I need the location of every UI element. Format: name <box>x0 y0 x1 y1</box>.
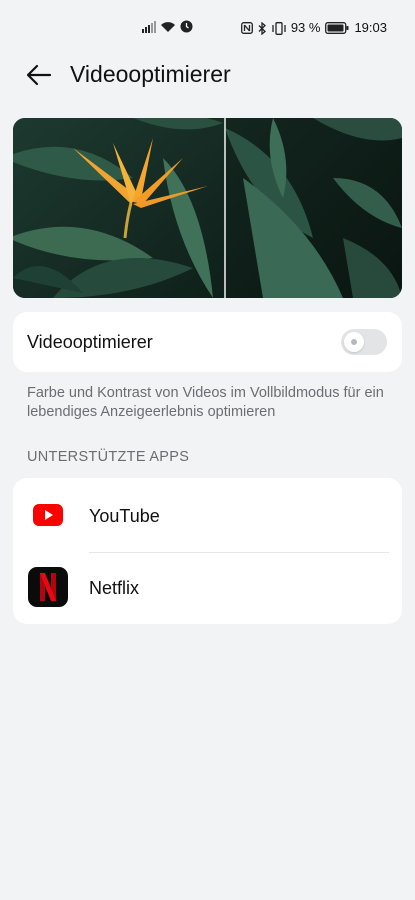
page-title: Videooptimierer <box>70 61 231 87</box>
video-optimizer-label: Videooptimierer <box>27 332 153 352</box>
status-time: 19:03 <box>354 20 387 35</box>
netflix-icon <box>28 567 68 607</box>
app-header: Videooptimierer <box>0 56 415 92</box>
vibrate-icon <box>272 21 286 35</box>
battery-percentage: 93 % <box>290 20 321 35</box>
back-arrow-icon <box>26 64 52 86</box>
list-item-netflix: Netflix <box>13 552 402 622</box>
status-bar-right: 93 % 19:03 <box>240 20 387 36</box>
signal-icon <box>142 20 156 33</box>
setting-description: Farbe und Kontrast von Videos im Vollbil… <box>27 385 384 420</box>
video-optimizer-switch[interactable] <box>341 329 387 355</box>
list-item-youtube: YouTube <box>13 480 402 553</box>
app-label-youtube: YouTube <box>89 506 160 526</box>
battery-icon <box>325 22 349 34</box>
back-button[interactable] <box>24 60 54 90</box>
wifi-icon <box>160 21 176 33</box>
nfc-icon <box>240 22 253 34</box>
status-bar-left <box>142 20 193 33</box>
supported-apps-header: UNTERSTÜTZTE APPS <box>27 449 190 465</box>
video-preview-image <box>13 118 402 298</box>
switch-knob <box>344 332 364 352</box>
app-label-netflix: Netflix <box>89 578 140 598</box>
alarm-icon <box>180 20 193 33</box>
bluetooth-icon <box>258 21 267 35</box>
video-optimizer-setting[interactable]: Videooptimierer <box>13 312 402 372</box>
status-bar: 93 % 19:03 <box>0 0 415 56</box>
supported-apps-list: YouTube Netflix <box>13 478 402 624</box>
youtube-icon <box>28 495 68 535</box>
